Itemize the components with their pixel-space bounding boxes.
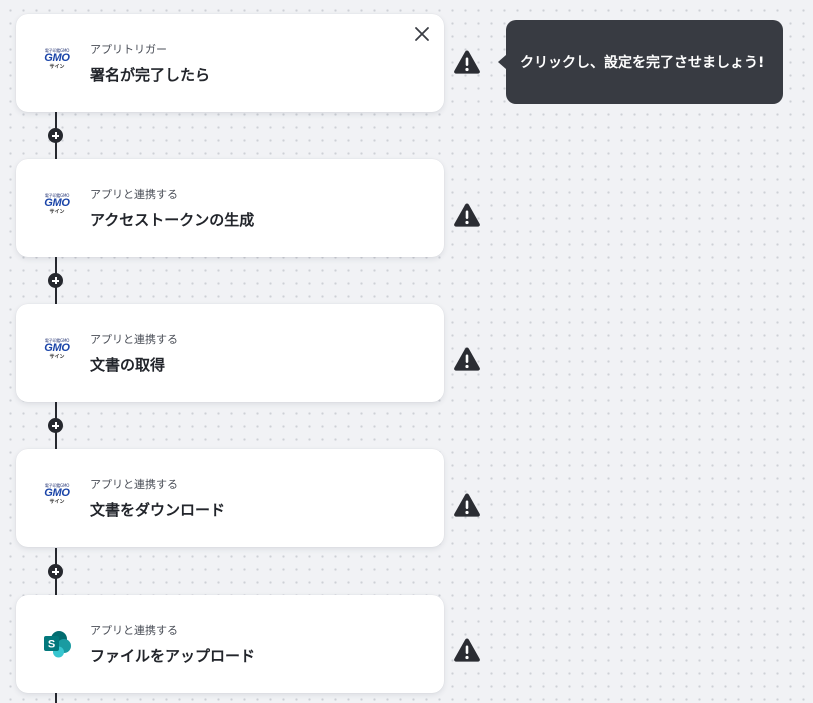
setup-tooltip: クリックし、設定を完了させましょう! (498, 20, 783, 104)
step-title: 文書をダウンロード (90, 501, 226, 519)
warning-triangle-icon[interactable] (453, 202, 481, 228)
svg-text:S: S (48, 639, 55, 651)
step-title: アクセストークンの生成 (90, 211, 255, 229)
gmo-logo-sub-text: サイン (49, 209, 65, 215)
tooltip-arrow (498, 55, 506, 69)
flow-step-card[interactable]: 電子印鑑GMO GMO サイン アプリと連携する 文書の取得 (16, 304, 444, 402)
step-title: 文書の取得 (90, 356, 166, 374)
flow-step-card[interactable]: 電子印鑑GMO GMO サイン アプリトリガー 署名が完了したら (16, 14, 444, 112)
warning-triangle-icon[interactable] (453, 346, 481, 372)
flow-step-card[interactable]: S アプリと連携する ファイルをアップロード (16, 595, 444, 693)
close-button[interactable] (413, 25, 431, 43)
step-type-label: アプリと連携する (90, 333, 178, 346)
tooltip-text: クリックし、設定を完了させましょう! (520, 55, 765, 71)
warning-triangle-icon[interactable] (453, 49, 481, 75)
gmo-logo-main-text: GMO (44, 487, 70, 499)
step-type-label: アプリと連携する (90, 624, 178, 637)
step-type-label: アプリと連携する (90, 188, 178, 201)
flow-step-card[interactable]: 電子印鑑GMO GMO サイン アプリと連携する アクセストークンの生成 (16, 159, 444, 257)
gmo-logo-sub-text: サイン (49, 499, 65, 505)
step-type-label: アプリトリガー (90, 43, 167, 56)
add-step-button[interactable] (48, 128, 63, 143)
add-step-button[interactable] (48, 273, 63, 288)
warning-triangle-icon[interactable] (453, 637, 481, 663)
gmo-sign-logo-icon: 電子印鑑GMO GMO サイン (42, 338, 72, 368)
gmo-sign-logo-icon: 電子印鑑GMO GMO サイン (42, 483, 72, 513)
gmo-logo-main-text: GMO (44, 342, 70, 354)
gmo-logo-main-text: GMO (44, 52, 70, 64)
gmo-sign-logo-icon: 電子印鑑GMO GMO サイン (42, 193, 72, 223)
gmo-logo-sub-text: サイン (49, 354, 65, 360)
flow-step-card[interactable]: 電子印鑑GMO GMO サイン アプリと連携する 文書をダウンロード (16, 449, 444, 547)
gmo-logo-sub-text: サイン (49, 64, 65, 70)
warning-triangle-icon[interactable] (453, 492, 481, 518)
step-type-label: アプリと連携する (90, 478, 178, 491)
connector-line (55, 693, 57, 703)
step-title: 署名が完了したら (90, 66, 211, 84)
step-title: ファイルをアップロード (90, 647, 256, 665)
gmo-logo-main-text: GMO (44, 197, 70, 209)
gmo-sign-logo-icon: 電子印鑑GMO GMO サイン (42, 48, 72, 78)
add-step-button[interactable] (48, 564, 63, 579)
sharepoint-logo-icon: S (42, 629, 72, 659)
add-step-button[interactable] (48, 418, 63, 433)
close-icon (415, 27, 429, 41)
